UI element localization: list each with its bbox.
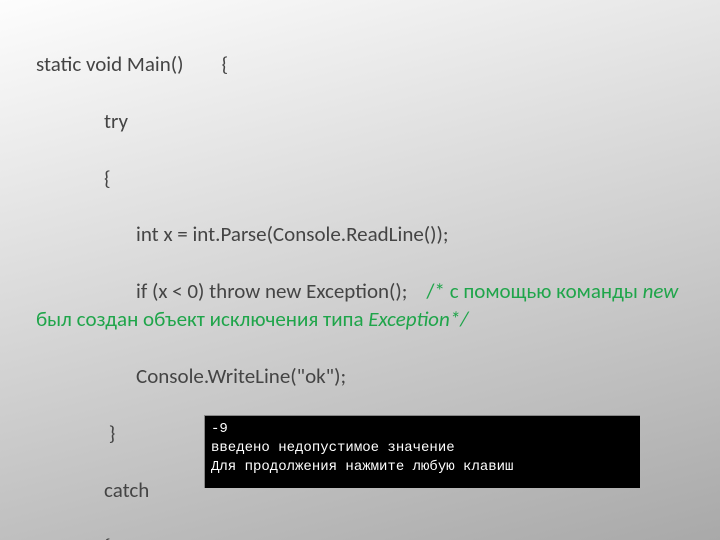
code-fragment: if (x < 0) throw new Exception();: [36, 277, 426, 305]
code-line: {: [36, 532, 700, 540]
code-line: Console.WriteLine("ok");: [36, 362, 700, 390]
code-line: int x = int.Parse(Console.ReadLine());: [36, 220, 700, 248]
code-line: static void Main() {: [36, 50, 700, 78]
code-line: {: [36, 164, 700, 192]
console-output: -9 введено недопустимое значение Для про…: [204, 415, 640, 488]
comment-fragment: с помощью команды: [450, 278, 643, 304]
comment-fragment: Exception*/: [368, 306, 468, 332]
code-line: try: [36, 107, 700, 135]
console-line: -9: [211, 420, 634, 439]
console-line: Для продолжения нажмите любую клавиш: [211, 458, 634, 477]
console-line: введено недопустимое значение: [211, 439, 634, 458]
comment-fragment: /*: [426, 278, 449, 304]
code-line: if (x < 0) throw new Exception(); /* с п…: [36, 277, 700, 334]
comment-fragment: new: [643, 278, 679, 304]
